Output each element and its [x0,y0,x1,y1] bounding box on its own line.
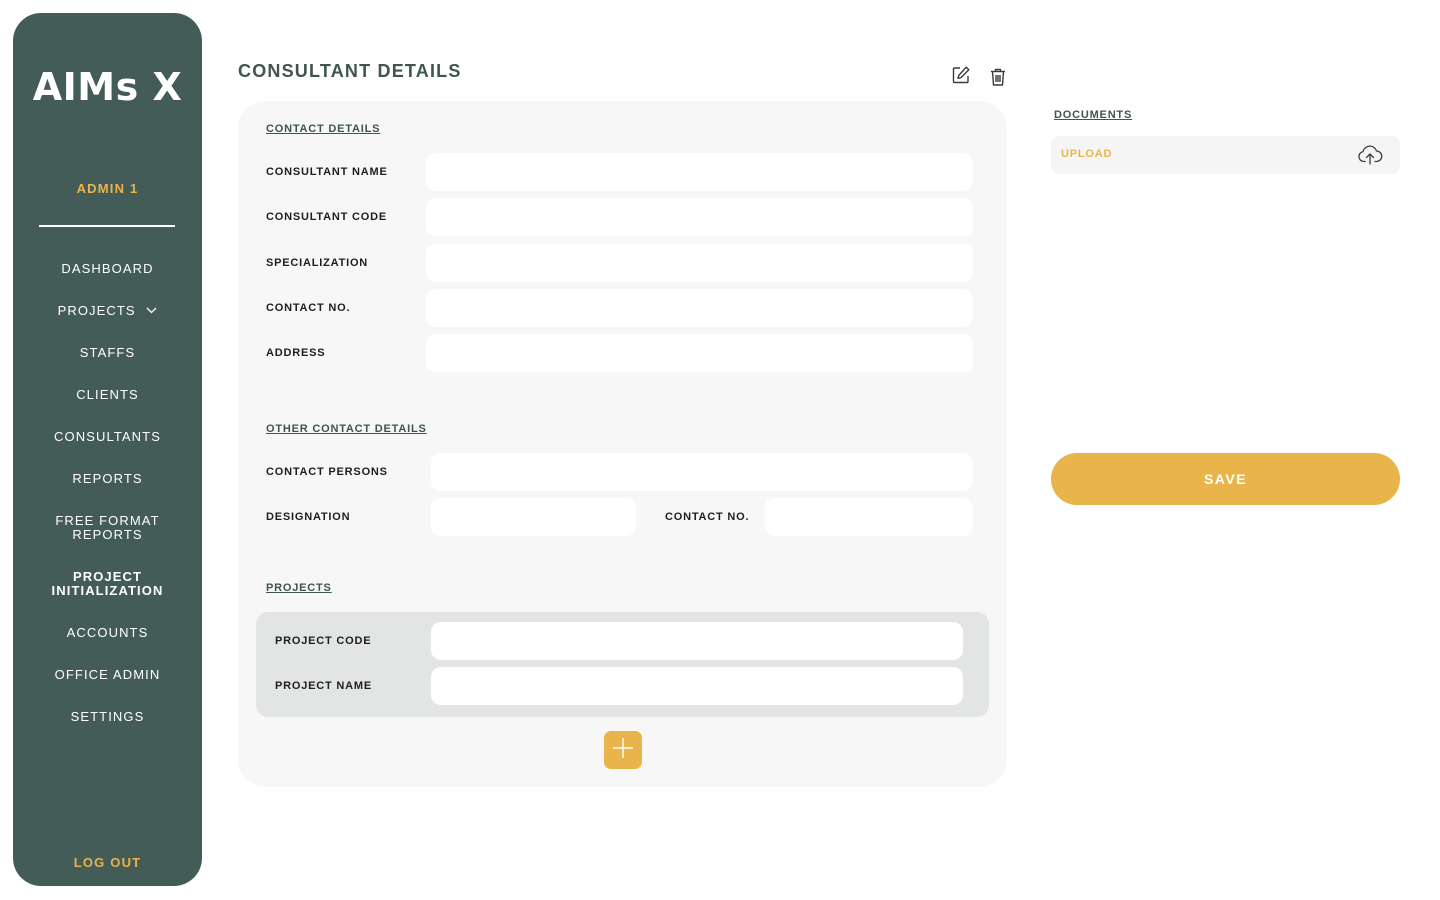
sidebar-item-settings[interactable]: SETTINGS [13,710,202,724]
contact-persons-input[interactable] [431,453,973,491]
trash-icon [989,67,1007,92]
sidebar-item-accounts[interactable]: ACCOUNTS [13,626,202,640]
sidebar-item-label: PROJECTS [58,303,136,318]
project-code-label: PROJECT CODE [275,634,371,648]
sidebar-item-clients[interactable]: CLIENTS [13,388,202,402]
sidebar-item-label: DASHBOARD [61,261,153,276]
other-contact-details-heading: OTHER CONTACT DETAILS [266,423,427,435]
upload-label: UPLOAD [1061,148,1112,160]
sidebar-item-label: REPORTS [72,471,142,486]
address-label: ADDRESS [266,346,325,360]
chevron-down-icon [146,303,157,317]
sidebar-item-dashboard[interactable]: DASHBOARD [13,262,202,276]
sidebar-item-label: STAFFS [80,345,135,360]
specialization-input[interactable] [426,244,973,282]
upload-button[interactable]: UPLOAD [1051,136,1400,174]
sidebar-item-reports[interactable]: REPORTS [13,472,202,486]
cloud-upload-icon [1357,144,1383,171]
sidebar-item-label: FREE FORMAT [13,514,202,528]
documents-heading: DOCUMENTS [1054,109,1132,121]
save-button[interactable]: SAVE [1051,453,1400,505]
consultant-code-label: CONSULTANT CODE [266,210,387,224]
sidebar-item-label: CLIENTS [76,387,139,402]
consultant-name-input[interactable] [426,153,973,191]
app-logo: AIMs X [13,65,202,109]
contact-persons-label: CONTACT PERSONS [266,465,388,479]
sidebar-divider [39,225,175,227]
project-name-label: PROJECT NAME [275,679,372,693]
sidebar: AIMs X ADMIN 1 DASHBOARD PROJECTS STAFFS… [13,13,202,886]
sidebar-item-free-format-reports[interactable]: FREE FORMAT REPORTS [13,514,202,542]
sidebar-item-staffs[interactable]: STAFFS [13,346,202,360]
sidebar-item-label: OFFICE ADMIN [55,667,161,682]
projects-heading: PROJECTS [266,582,332,594]
designation-label: DESIGNATION [266,510,350,524]
edit-icon [951,65,971,90]
sidebar-item-label: PROJECT [13,570,202,584]
sidebar-item-label: CONSULTANTS [54,429,161,444]
contact-details-heading: CONTACT DETAILS [266,123,380,135]
consultant-name-label: CONSULTANT NAME [266,165,388,179]
specialization-label: SPECIALIZATION [266,256,368,270]
delete-button[interactable] [986,67,1010,91]
project-code-input[interactable] [431,622,963,660]
sidebar-item-consultants[interactable]: CONSULTANTS [13,430,202,444]
other-contact-no-label: CONTACT NO. [665,510,749,524]
page-title: CONSULTANT DETAILS [238,61,462,82]
consultant-details-card: CONTACT DETAILS CONSULTANT NAME CONSULTA… [238,101,1007,787]
address-input[interactable] [426,334,973,372]
designation-input[interactable] [431,498,636,536]
sidebar-item-label: REPORTS [13,528,202,542]
logout-button[interactable]: LOG OUT [13,855,202,870]
consultant-code-input[interactable] [426,198,973,236]
sidebar-item-label: INITIALIZATION [13,584,202,598]
sidebar-item-project-initialization[interactable]: PROJECT INITIALIZATION [13,570,202,598]
add-project-button[interactable] [604,731,642,769]
contact-no-label: CONTACT NO. [266,301,350,315]
sidebar-item-projects[interactable]: PROJECTS [13,304,202,318]
user-name: ADMIN 1 [13,181,202,196]
sidebar-item-label: ACCOUNTS [67,625,149,640]
sidebar-item-office-admin[interactable]: OFFICE ADMIN [13,668,202,682]
contact-no-input[interactable] [426,289,973,327]
edit-button[interactable] [949,65,973,89]
project-name-input[interactable] [431,667,963,705]
plus-icon [612,737,634,764]
sidebar-item-label: SETTINGS [71,709,145,724]
project-entry: PROJECT CODE PROJECT NAME [256,612,989,717]
other-contact-no-input[interactable] [765,498,973,536]
